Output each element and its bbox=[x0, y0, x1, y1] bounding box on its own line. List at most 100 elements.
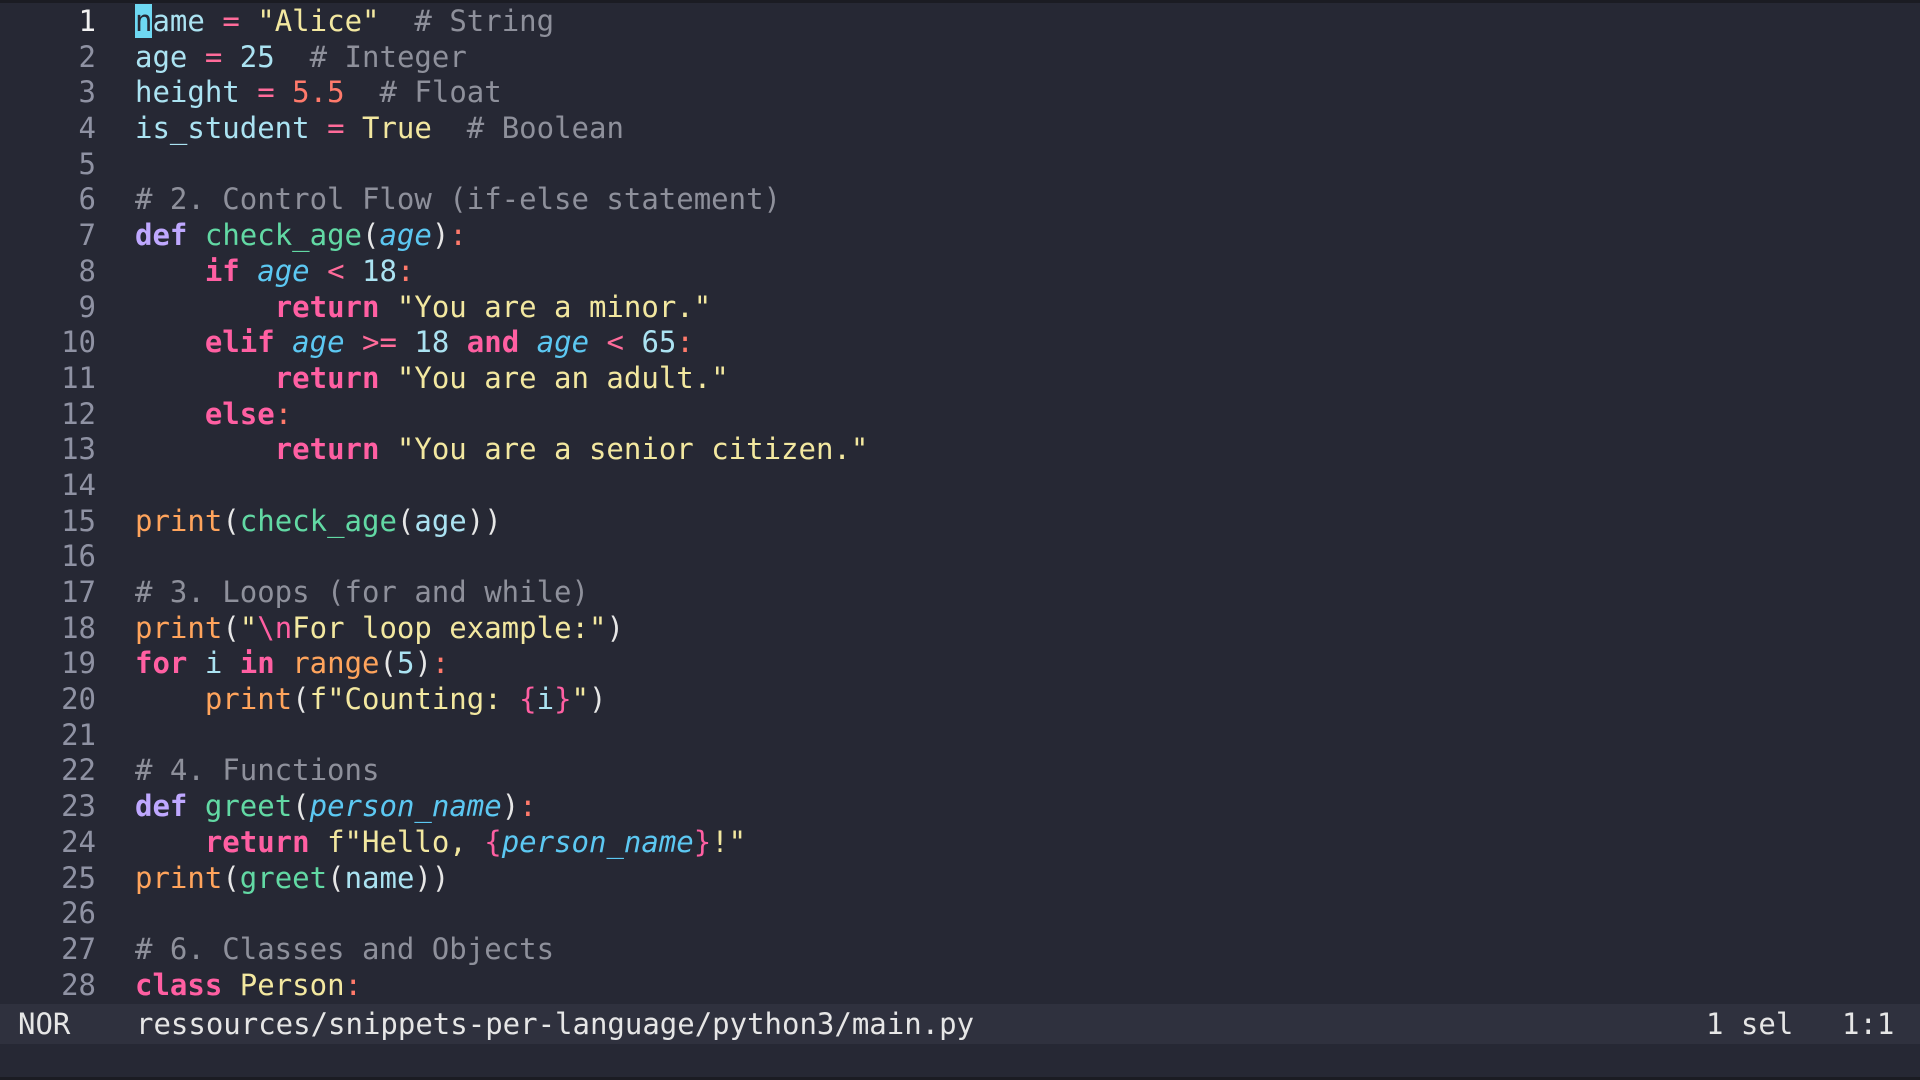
code-token: person_name bbox=[501, 824, 694, 859]
code-line[interactable]: 14 bbox=[0, 468, 1920, 504]
line-code[interactable]: # 3. Loops (for and while) bbox=[135, 575, 589, 611]
code-line[interactable]: 4 is_student = True # Boolean bbox=[0, 111, 1920, 147]
code-token: ) bbox=[501, 789, 520, 824]
code-token: return bbox=[274, 289, 380, 324]
code-line[interactable]: 17 # 3. Loops (for and while) bbox=[0, 575, 1920, 611]
line-code[interactable]: if age < 18: bbox=[135, 254, 415, 290]
code-token: i bbox=[536, 682, 555, 717]
line-code[interactable]: age = 25 # Integer bbox=[135, 40, 467, 76]
line-number: 20 bbox=[61, 682, 96, 717]
code-token: print bbox=[135, 503, 223, 538]
code-line[interactable]: 16 bbox=[0, 539, 1920, 575]
code-line[interactable]: 13 return "You are a senior citizen." bbox=[0, 432, 1920, 468]
line-code[interactable]: # 6. Classes and Objects bbox=[135, 932, 554, 968]
code-token: ) bbox=[431, 218, 450, 253]
code-token: f"Hello, bbox=[327, 824, 485, 859]
code-line[interactable]: 18 print("\nFor loop example:") bbox=[0, 611, 1920, 647]
code-line[interactable]: 27 # 6. Classes and Objects bbox=[0, 932, 1920, 968]
command-line[interactable] bbox=[0, 1044, 1920, 1077]
code-line[interactable]: 2 age = 25 # Integer bbox=[0, 40, 1920, 76]
code-line[interactable]: 8 if age < 18: bbox=[0, 254, 1920, 290]
code-line[interactable]: 24 return f"Hello, {person_name}!" bbox=[0, 825, 1920, 861]
line-code[interactable]: def greet(person_name): bbox=[135, 789, 537, 825]
line-number: 24 bbox=[61, 824, 96, 859]
line-code[interactable]: elif age >= 18 and age < 65: bbox=[135, 325, 694, 361]
line-code[interactable]: else: bbox=[135, 397, 292, 433]
line-code[interactable]: return "You are a senior citizen." bbox=[135, 432, 869, 468]
status-bar: NOR ressources/snippets-per-language/pyt… bbox=[0, 1004, 1920, 1044]
line-code[interactable]: print(greet(name)) bbox=[135, 861, 449, 897]
code-token: ( bbox=[379, 646, 397, 681]
code-token: "You are a senior citizen." bbox=[396, 432, 869, 467]
line-code[interactable]: return "You are an adult." bbox=[135, 361, 729, 397]
line-code[interactable]: print("\nFor loop example:") bbox=[135, 611, 624, 647]
code-token: return bbox=[204, 824, 310, 859]
line-number: 10 bbox=[61, 325, 96, 360]
window-top-edge bbox=[0, 0, 1920, 3]
code-token: )) bbox=[414, 860, 450, 895]
code-line[interactable]: 3 height = 5.5 # Float bbox=[0, 75, 1920, 111]
line-code[interactable]: print(f"Counting: {i}") bbox=[135, 682, 607, 718]
line-code[interactable]: height = 5.5 # Float bbox=[135, 75, 502, 111]
code-token: def bbox=[135, 789, 188, 824]
code-line[interactable]: 22 # 4. Functions bbox=[0, 753, 1920, 789]
code-token: return bbox=[274, 432, 380, 467]
line-number: 17 bbox=[61, 575, 96, 609]
code-line[interactable]: 9 return "You are a minor." bbox=[0, 290, 1920, 326]
code-line[interactable]: 19 for i in range(5): bbox=[0, 646, 1920, 682]
line-number: 8 bbox=[78, 253, 96, 288]
code-line[interactable]: 21 bbox=[0, 718, 1920, 754]
code-token: person_name bbox=[309, 789, 502, 824]
line-code[interactable]: # 4. Functions bbox=[135, 753, 379, 789]
line-code[interactable]: return f"Hello, {person_name}!" bbox=[135, 825, 746, 861]
code-token: : bbox=[519, 789, 537, 824]
code-line[interactable]: 7 def check_age(age): bbox=[0, 218, 1920, 254]
code-line[interactable]: 20 print(f"Counting: {i}") bbox=[0, 682, 1920, 718]
code-line[interactable]: 26 bbox=[0, 896, 1920, 932]
line-code[interactable]: class Person: bbox=[135, 968, 362, 1004]
code-line[interactable]: 11 return "You are an adult." bbox=[0, 361, 1920, 397]
code-editor[interactable]: 1 name = "Alice" # String 2 age = 25 # Inte… bbox=[0, 4, 1920, 1004]
code-line[interactable]: 6 # 2. Control Flow (if-else statement) bbox=[0, 182, 1920, 218]
code-line[interactable]: 12 else: bbox=[0, 397, 1920, 433]
code-line[interactable]: 1 name = "Alice" # String bbox=[0, 4, 1920, 40]
code-token: elif bbox=[204, 325, 275, 360]
code-line[interactable]: 10 elif age >= 18 and age < 65: bbox=[0, 325, 1920, 361]
code-token: return bbox=[274, 360, 380, 395]
code-token: ( bbox=[327, 860, 345, 895]
code-token: !" bbox=[711, 824, 747, 859]
line-code[interactable]: is_student = True # Boolean bbox=[135, 111, 624, 147]
line-code[interactable]: # 2. Control Flow (if-else statement) bbox=[135, 182, 781, 218]
code-token: # Boolean bbox=[466, 111, 624, 146]
line-number: 18 bbox=[61, 610, 96, 645]
line-code[interactable]: name = "Alice" # String bbox=[135, 4, 554, 40]
code-token: ( bbox=[222, 503, 240, 538]
code-token: else bbox=[204, 396, 275, 431]
line-code[interactable]: print(check_age(age)) bbox=[135, 504, 502, 540]
code-line[interactable]: 15 print(check_age(age)) bbox=[0, 504, 1920, 540]
code-token: } bbox=[693, 824, 712, 859]
line-code[interactable]: for i in range(5): bbox=[135, 646, 449, 682]
code-line[interactable]: 5 bbox=[0, 147, 1920, 183]
code-line[interactable]: 25 print(greet(name)) bbox=[0, 861, 1920, 897]
code-line[interactable]: 28 class Person: bbox=[0, 968, 1920, 1004]
line-code[interactable]: return "You are a minor." bbox=[135, 289, 712, 326]
code-token: "You are a minor." bbox=[396, 289, 712, 324]
line-code[interactable]: def check_age(age): bbox=[135, 218, 467, 254]
code-line[interactable]: 23 def greet(person_name): bbox=[0, 789, 1920, 825]
line-number: 4 bbox=[78, 111, 96, 146]
code-token: " bbox=[239, 610, 258, 645]
